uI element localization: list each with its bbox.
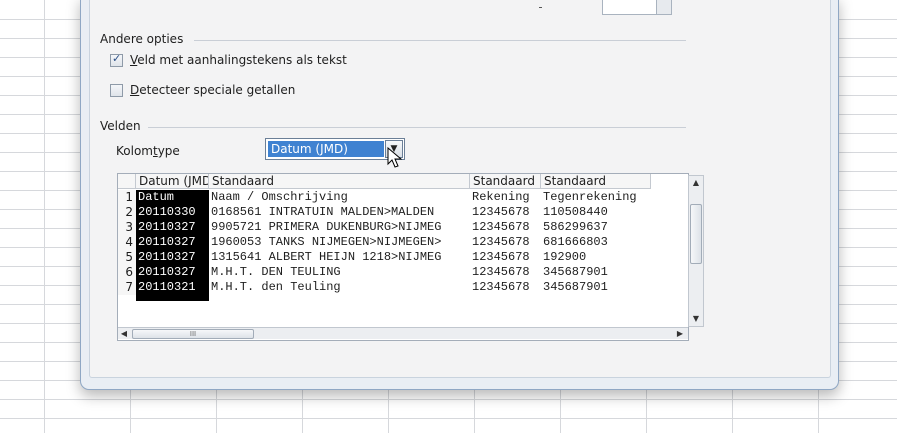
table-cell: 20110330 (136, 205, 209, 220)
row-number: 6 (118, 265, 136, 280)
scroll-thumb[interactable] (690, 204, 702, 264)
row-number: 5 (118, 250, 136, 265)
grid-line (44, 0, 45, 433)
table-cell: M.H.T. den Teuling (211, 280, 341, 294)
scroll-right-icon[interactable]: ▶ (674, 328, 686, 339)
column-type-dropdown[interactable]: Datum (JMD) ▼ (265, 138, 405, 160)
header-row: Datum (JMD) Standaard Standaard Standaar… (118, 174, 678, 189)
table-cell: 20110327 (136, 220, 209, 235)
table-row[interactable]: 6 20110327 M.H.T. DEN TEULING 12345678 3… (118, 265, 678, 280)
table-cell: 20110327 (136, 250, 209, 265)
table-cell: 345687901 (543, 265, 608, 279)
table-row[interactable]: 7 20110321 M.H.T. den Teuling 12345678 3… (118, 280, 678, 295)
checkbox-unchecked[interactable] (110, 83, 123, 97)
table-cell: 586299637 (543, 220, 608, 234)
preview-table[interactable]: Datum (JMD) Standaard Standaard Standaar… (117, 173, 689, 341)
table-cell: 12345678 (472, 250, 530, 264)
detect-special-numbers-checkbox[interactable]: Detecteer speciale getallen (110, 83, 295, 97)
table-row[interactable]: 4 20110327 1960053 TANKS NIJMEGEN>NIJMEG… (118, 235, 678, 250)
table-cell: Naam / Omschrijving (211, 190, 348, 204)
table-cell: 20110327 (136, 265, 209, 280)
row-number: 4 (118, 235, 136, 250)
table-cell: M.H.T. DEN TEULING (211, 265, 341, 279)
mouse-cursor-icon (387, 147, 403, 168)
table-cell: 345687901 (543, 280, 608, 294)
table-cell: 12345678 (472, 205, 530, 219)
number-field[interactable] (602, 0, 672, 15)
table-cell: 12345678 (472, 235, 530, 249)
table-cell: Rekening (472, 190, 530, 204)
fields-heading: Velden (100, 119, 141, 133)
separator-dash (539, 7, 542, 8)
table-cell: 1315641 ALBERT HEIJN 1218>NIJMEG (211, 250, 442, 264)
table-cell: 12345678 (472, 265, 530, 279)
table-cell: Datum (136, 190, 209, 205)
table-cell: 12345678 (472, 220, 530, 234)
row-number: 2 (118, 205, 136, 220)
table-row[interactable]: 2 20110330 0168561 INTRATUIN MALDEN>MALD… (118, 205, 678, 220)
column-header[interactable]: Standaard (470, 174, 541, 189)
table-cell: Tegenrekening (543, 190, 637, 204)
table-cell: 0168561 INTRATUIN MALDEN>MALDEN (211, 205, 435, 219)
grid-line (0, 399, 897, 400)
row-number: 7 (118, 280, 136, 295)
scroll-grip: III (189, 330, 197, 338)
section-divider (194, 40, 686, 41)
table-cell: 9905721 PRIMERA DUKENBURG>NIJMEG (211, 220, 442, 234)
quoted-as-text-checkbox[interactable]: Veld met aanhalingstekens als tekst (110, 52, 347, 67)
checkbox-checked[interactable] (110, 52, 123, 67)
column-header[interactable]: Standaard (541, 174, 651, 189)
table-row[interactable]: 5 20110327 1315641 ALBERT HEIJN 1218>NIJ… (118, 250, 678, 265)
row-number: 1 (118, 190, 136, 205)
corner-cell (118, 174, 136, 189)
scroll-down-icon[interactable]: ▼ (689, 312, 703, 326)
column-type-label: Kolomtype (116, 144, 180, 158)
vertical-scrollbar[interactable]: ▲ ▼ (688, 175, 704, 327)
row-number: 3 (118, 220, 136, 235)
table-cell: 12345678 (472, 280, 530, 294)
table-row[interactable]: 1 Datum Naam / Omschrijving Rekening Teg… (118, 190, 678, 205)
spin-button[interactable] (656, 0, 671, 14)
dialog-content: Andere opties Veld met aanhalingstekens … (89, 0, 831, 378)
table-row-partial (118, 295, 678, 301)
column-header[interactable]: Datum (JMD) (136, 174, 209, 189)
table-row[interactable]: 3 20110327 9905721 PRIMERA DUKENBURG>NIJ… (118, 220, 678, 235)
other-options-heading: Andere opties (100, 32, 184, 46)
table-cell: 1960053 TANKS NIJMEGEN>NIJMEGEN> (211, 235, 442, 249)
scroll-up-icon[interactable]: ▲ (689, 176, 703, 190)
section-divider (148, 127, 686, 128)
table-cell: 110508440 (543, 205, 608, 219)
table-cell (136, 295, 209, 301)
column-type-value: Datum (JMD) (268, 141, 384, 157)
horizontal-scrollbar[interactable]: ◀ III ▶ (118, 327, 688, 339)
column-header[interactable]: Standaard (209, 174, 470, 189)
text-import-dialog: Andere opties Veld met aanhalingstekens … (80, 0, 839, 390)
checkbox-label: Detecteer speciale getallen (130, 83, 296, 97)
table-cell: 20110327 (136, 235, 209, 250)
grid-line (0, 418, 897, 419)
table-cell: 192900 (543, 250, 587, 264)
table-cell: 681666803 (543, 235, 608, 249)
scroll-left-icon[interactable]: ◀ (118, 328, 130, 339)
checkbox-label: Veld met aanhalingstekens als tekst (130, 53, 347, 67)
table-cell: 20110321 (136, 280, 209, 295)
scroll-thumb[interactable]: III (132, 329, 254, 339)
